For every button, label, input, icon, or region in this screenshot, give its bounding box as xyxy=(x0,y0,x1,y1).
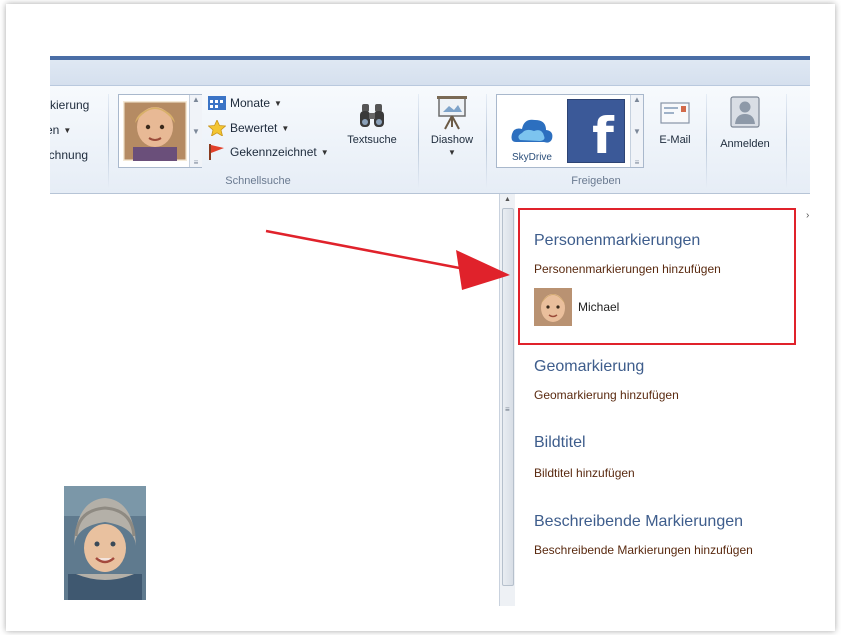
selected-photo-thumbnail[interactable] xyxy=(64,486,146,600)
arrowhead-icon xyxy=(456,250,510,290)
